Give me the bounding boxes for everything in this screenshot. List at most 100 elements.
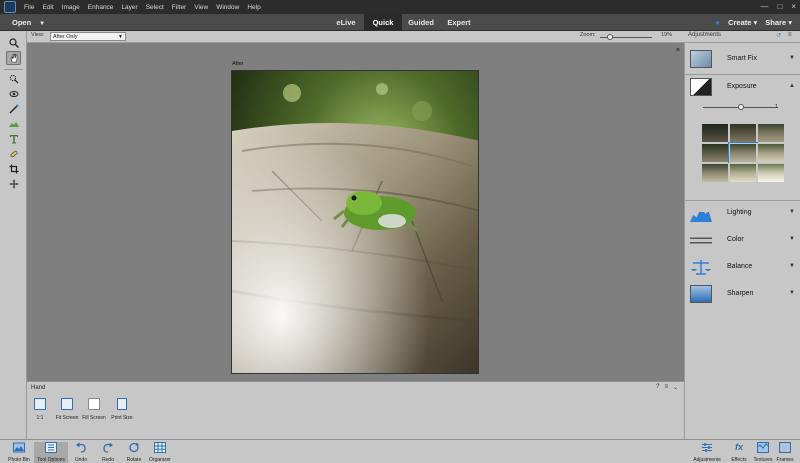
panel-menu-icon[interactable]: ≡ bbox=[664, 384, 668, 391]
type-tool-icon[interactable] bbox=[6, 132, 21, 146]
adjustment-smart-fix[interactable]: Smart Fix ▼ bbox=[685, 47, 800, 73]
quick-selection-tool-icon[interactable] bbox=[6, 72, 21, 86]
adjustments-icon bbox=[702, 443, 712, 452]
exposure-preview-5[interactable] bbox=[728, 142, 758, 164]
mode-bar: Open ▼ eLive Quick Guided Expert ● Create… bbox=[0, 14, 800, 31]
move-tool-icon[interactable] bbox=[6, 177, 21, 191]
app-logo-icon bbox=[4, 1, 16, 13]
exposure-icon bbox=[690, 78, 712, 96]
adjustments-header: Adjustments ↺ ≡ bbox=[684, 31, 800, 43]
collapse-chevron-icon[interactable]: ⌄ bbox=[673, 384, 678, 391]
zoom-1-1-button[interactable]: 1:1 bbox=[27, 398, 53, 421]
open-button[interactable]: Open ▼ bbox=[12, 14, 45, 31]
menu-filter[interactable]: Filter bbox=[172, 4, 186, 11]
zoom-1-1-label: 1:1 bbox=[36, 415, 44, 421]
notification-bell-icon[interactable]: ● bbox=[715, 18, 720, 27]
image-canvas[interactable]: × After bbox=[27, 43, 684, 381]
share-button[interactable]: Share ▾ bbox=[765, 18, 792, 27]
menu-edit[interactable]: Edit bbox=[42, 4, 53, 11]
exposure-slider-thumb[interactable] bbox=[737, 104, 744, 110]
undo-label: Undo bbox=[75, 457, 87, 463]
tool-options-label: Tool Options bbox=[37, 457, 65, 463]
bottom-bar: Photo Bin Tool Options Undo Redo Rotate … bbox=[0, 439, 800, 463]
tab-quick[interactable]: Quick bbox=[364, 14, 402, 31]
fill-screen-button[interactable]: Fill Screen bbox=[81, 398, 107, 421]
menu-file[interactable]: File bbox=[24, 4, 34, 11]
photo-frog-on-stump bbox=[231, 70, 479, 374]
lighting-icon bbox=[690, 207, 712, 222]
menu-window[interactable]: Window bbox=[216, 4, 239, 11]
menu-bar: File Edit Image Enhance Layer Select Fil… bbox=[0, 0, 800, 14]
crop-tool-icon[interactable] bbox=[6, 162, 21, 176]
exposure-preview-3[interactable] bbox=[757, 123, 785, 143]
exposure-preview-7[interactable] bbox=[701, 163, 729, 183]
print-size-button[interactable]: Print Size bbox=[109, 398, 135, 421]
fill-screen-icon bbox=[88, 398, 100, 410]
menu-view[interactable]: View bbox=[194, 4, 208, 11]
close-window-button[interactable]: × bbox=[791, 0, 796, 14]
exposure-preview-6[interactable] bbox=[757, 143, 785, 163]
menu-enhance[interactable]: Enhance bbox=[88, 4, 114, 11]
fit-screen-button[interactable]: Fit Screen bbox=[54, 398, 80, 421]
minimize-button[interactable]: — bbox=[760, 0, 768, 14]
tab-elive[interactable]: eLive bbox=[329, 14, 363, 31]
exposure-preview-grid bbox=[701, 123, 785, 185]
redo-icon bbox=[103, 442, 113, 453]
exposure-preview-8[interactable] bbox=[729, 163, 757, 183]
frames-label: Frames bbox=[776, 457, 794, 463]
adjustments-button[interactable]: Adjustments bbox=[690, 442, 724, 463]
chevron-down-icon: ▼ bbox=[118, 34, 123, 40]
tab-expert[interactable]: Expert bbox=[440, 14, 478, 31]
photo-bin-icon bbox=[13, 442, 25, 453]
adjustment-sharpen[interactable]: Sharpen ▼ bbox=[685, 282, 800, 308]
adjustment-color[interactable]: Color ▼ bbox=[685, 228, 800, 254]
reset-icon[interactable]: ↺ bbox=[776, 32, 781, 39]
close-icon[interactable]: × bbox=[676, 47, 680, 54]
straighten-tool-icon[interactable] bbox=[6, 117, 21, 131]
after-label: After bbox=[232, 61, 244, 67]
chevron-down-icon: ▼ bbox=[789, 263, 795, 269]
smart-fix-label: Smart Fix bbox=[727, 55, 757, 62]
exposure-preview-9[interactable] bbox=[757, 163, 785, 183]
adjustment-lighting[interactable]: Lighting ▼ bbox=[685, 201, 800, 227]
open-label: Open bbox=[12, 18, 32, 27]
organizer-button[interactable]: Organizer bbox=[143, 442, 177, 463]
panel-menu-icon[interactable]: ≡ bbox=[788, 32, 792, 38]
menu-layer[interactable]: Layer bbox=[121, 4, 137, 11]
hand-tool-icon[interactable] bbox=[6, 51, 21, 65]
chevron-down-icon: ▼ bbox=[39, 21, 46, 27]
spot-healing-tool-icon[interactable] bbox=[6, 147, 21, 161]
zoom-slider-thumb[interactable] bbox=[606, 34, 613, 40]
red-eye-tool-icon[interactable] bbox=[6, 87, 21, 101]
frames-icon bbox=[779, 442, 791, 453]
photo-bin-button[interactable]: Photo Bin bbox=[2, 442, 36, 463]
adjustment-exposure[interactable]: Exposure ▲ bbox=[685, 75, 800, 101]
help-icon[interactable]: ? bbox=[656, 384, 659, 391]
textures-icon bbox=[757, 442, 769, 453]
view-value: After Only bbox=[53, 34, 78, 40]
zoom-label: Zoom: bbox=[580, 32, 596, 38]
maximize-button[interactable]: □ bbox=[777, 0, 782, 14]
chevron-down-icon: ▼ bbox=[789, 236, 795, 242]
exposure-slider[interactable] bbox=[703, 104, 778, 110]
create-button[interactable]: Create ▾ bbox=[728, 18, 757, 27]
zoom-slider[interactable] bbox=[600, 34, 652, 40]
exposure-preview-4[interactable] bbox=[701, 143, 729, 163]
exposure-preview-2[interactable] bbox=[729, 123, 757, 143]
adjustments-title: Adjustments bbox=[688, 32, 722, 38]
exposure-preview-1[interactable] bbox=[701, 123, 729, 143]
undo-icon bbox=[76, 442, 86, 453]
whiten-teeth-tool-icon[interactable] bbox=[6, 102, 21, 116]
frames-button[interactable]: Frames bbox=[770, 442, 800, 463]
zoom-tool-icon[interactable] bbox=[6, 36, 21, 50]
tab-guided[interactable]: Guided bbox=[402, 14, 440, 31]
toolbar-divider bbox=[4, 69, 23, 70]
menu-select[interactable]: Select bbox=[146, 4, 164, 11]
zoom-value: 19% bbox=[661, 32, 673, 38]
menu-help[interactable]: Help bbox=[247, 4, 260, 11]
menu-image[interactable]: Image bbox=[62, 4, 80, 11]
view-dropdown[interactable]: After Only ▼ bbox=[50, 32, 126, 41]
adjustment-balance[interactable]: Balance ▼ bbox=[685, 255, 800, 281]
chevron-down-icon: ▼ bbox=[789, 55, 795, 61]
tool-options-button[interactable]: Tool Options bbox=[34, 442, 68, 463]
